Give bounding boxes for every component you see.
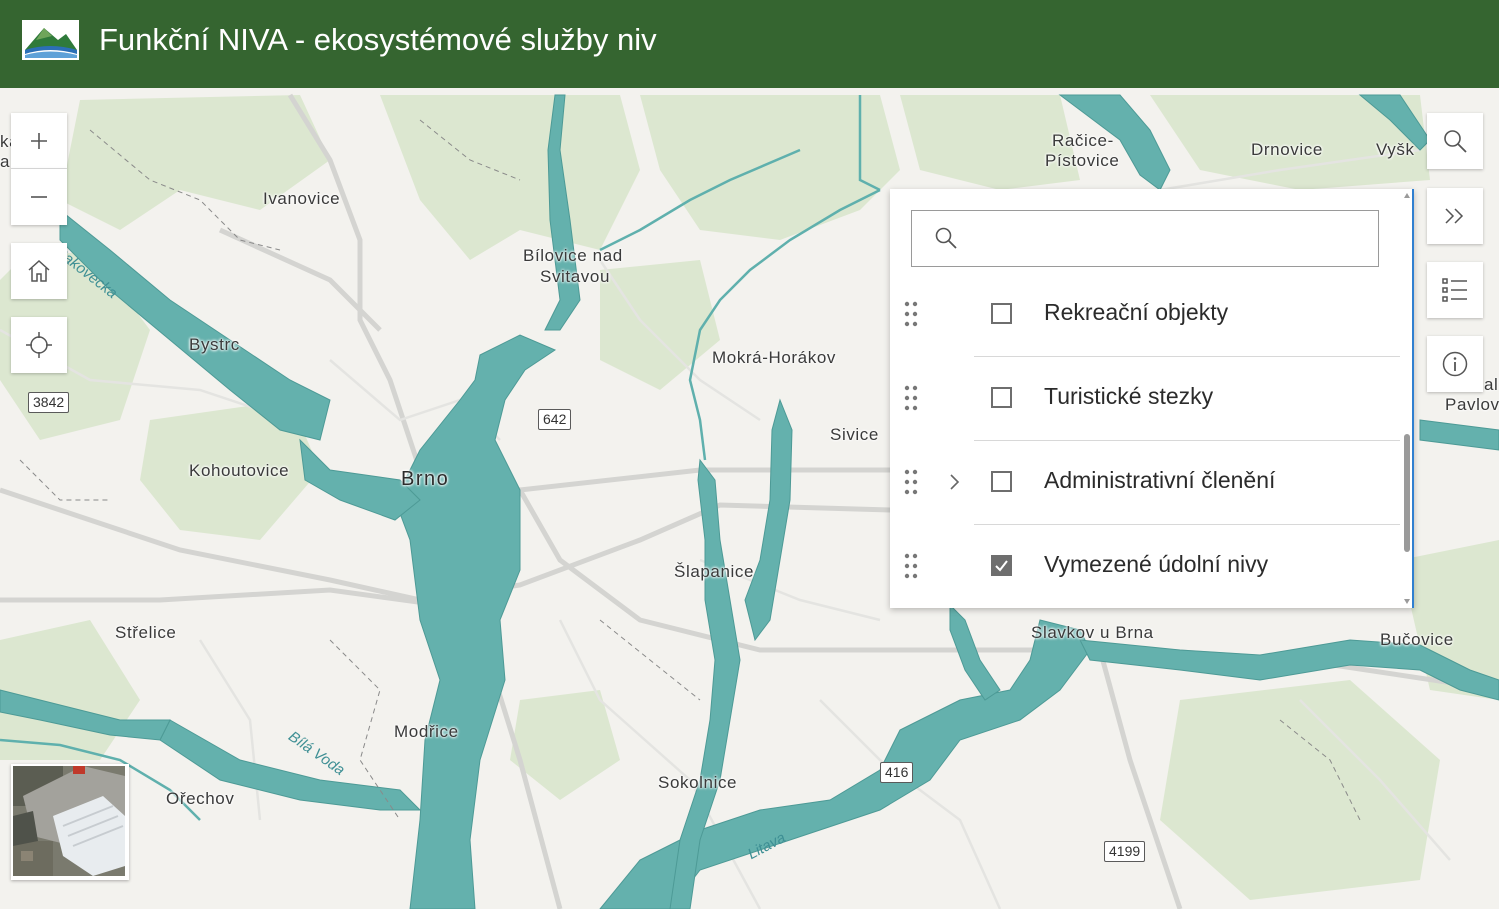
place-label: Drnovice xyxy=(1251,140,1323,159)
place-label: Ivanovice xyxy=(263,189,341,208)
layer-item[interactable]: Administrativní členění xyxy=(890,441,1400,525)
place-label: Slavkov u Brna xyxy=(1031,623,1154,642)
zoom-out-button[interactable] xyxy=(11,169,67,225)
info-icon xyxy=(1442,351,1468,377)
place-label: Svitavou xyxy=(540,267,611,286)
satellite-basemap-thumbnail xyxy=(13,766,125,876)
place-label: Šlapanice xyxy=(674,562,755,581)
chevron-right-icon[interactable] xyxy=(946,471,962,493)
layer-visibility-checkbox[interactable] xyxy=(991,471,1012,492)
search-button[interactable] xyxy=(1427,113,1483,169)
layer-search-field[interactable] xyxy=(972,221,1366,255)
place-label: al xyxy=(1484,375,1499,394)
layer-list-icon xyxy=(1442,278,1467,302)
drag-handle-icon[interactable] xyxy=(903,301,919,327)
place-label: Kohoutovice xyxy=(189,461,290,480)
layer-list-scrollbar[interactable] xyxy=(1402,192,1412,605)
place-label: Račice- xyxy=(1052,131,1114,150)
layer-item[interactable]: Turistické stezky xyxy=(890,357,1400,441)
zoom-in-button[interactable] xyxy=(11,113,67,169)
road-shield: 642 xyxy=(538,409,572,430)
panel-focus-frame xyxy=(1412,189,1414,608)
scroll-thumb[interactable] xyxy=(1404,434,1410,552)
app-header: Funkční NIVA - ekosystémové služby niv xyxy=(0,0,1499,88)
layer-label: Vymezené údolní nivy xyxy=(1044,551,1269,577)
layer-search-input[interactable] xyxy=(911,210,1379,267)
place-label: Bílovice nad xyxy=(523,246,623,265)
crosshair-locate-icon xyxy=(26,332,52,358)
basemap-toggle-button[interactable] xyxy=(11,764,129,880)
place-label: Ořechov xyxy=(166,789,235,808)
place-label: Sokolnice xyxy=(658,773,738,792)
road-shield: 3842 xyxy=(28,392,70,413)
home-button[interactable] xyxy=(11,243,67,299)
place-label: Pístovice xyxy=(1045,151,1120,170)
layer-list-button[interactable] xyxy=(1427,262,1483,318)
search-icon xyxy=(1444,130,1467,153)
layer-list-panel: Rekreační objekty Turistické stezky Admi… xyxy=(890,189,1414,608)
layer-visibility-checkbox[interactable] xyxy=(991,555,1012,576)
layer-item[interactable]: Vymezené údolní nivy xyxy=(890,525,1400,609)
place-label-city: Brno xyxy=(401,468,450,490)
app-title: Funkční NIVA - ekosystémové služby niv xyxy=(99,22,657,57)
info-button[interactable] xyxy=(1427,336,1483,392)
layer-label: Rekreační objekty xyxy=(1044,299,1229,325)
road-shield: 4199 xyxy=(1104,841,1146,862)
search-icon xyxy=(935,227,957,249)
plus-icon xyxy=(31,133,47,149)
layer-item[interactable]: Rekreační objekty xyxy=(890,273,1400,357)
minus-icon xyxy=(31,196,47,198)
scroll-up-arrow-icon[interactable] xyxy=(1403,192,1411,200)
place-label: Bystrc xyxy=(189,335,240,354)
place-label: Střelice xyxy=(115,623,177,642)
drag-handle-icon[interactable] xyxy=(903,385,919,411)
drag-handle-icon[interactable] xyxy=(903,469,919,495)
place-label: Bučovice xyxy=(1380,630,1454,649)
mountain-river-logo-icon xyxy=(22,20,79,60)
place-label: Vyšk xyxy=(1376,140,1415,159)
place-label: Mokrá-Horákov xyxy=(712,348,836,367)
place-label: Sivice xyxy=(830,425,879,444)
locate-button[interactable] xyxy=(11,317,67,373)
layer-visibility-checkbox[interactable] xyxy=(991,303,1012,324)
drag-handle-icon[interactable] xyxy=(903,553,919,579)
layer-label: Administrativní členění xyxy=(1044,467,1276,493)
layer-label: Turistické stezky xyxy=(1044,383,1214,409)
home-icon xyxy=(28,259,50,282)
place-label: Modřice xyxy=(394,722,459,741)
layer-visibility-checkbox[interactable] xyxy=(991,387,1012,408)
double-chevron-right-icon xyxy=(1445,208,1464,224)
checkmark-icon xyxy=(995,560,1008,572)
road-shield: 416 xyxy=(880,762,914,783)
place-label: Pavlov xyxy=(1445,395,1499,414)
scroll-down-arrow-icon[interactable] xyxy=(1403,597,1411,605)
place-label: a xyxy=(0,152,11,171)
collapse-panel-button[interactable] xyxy=(1427,188,1483,244)
